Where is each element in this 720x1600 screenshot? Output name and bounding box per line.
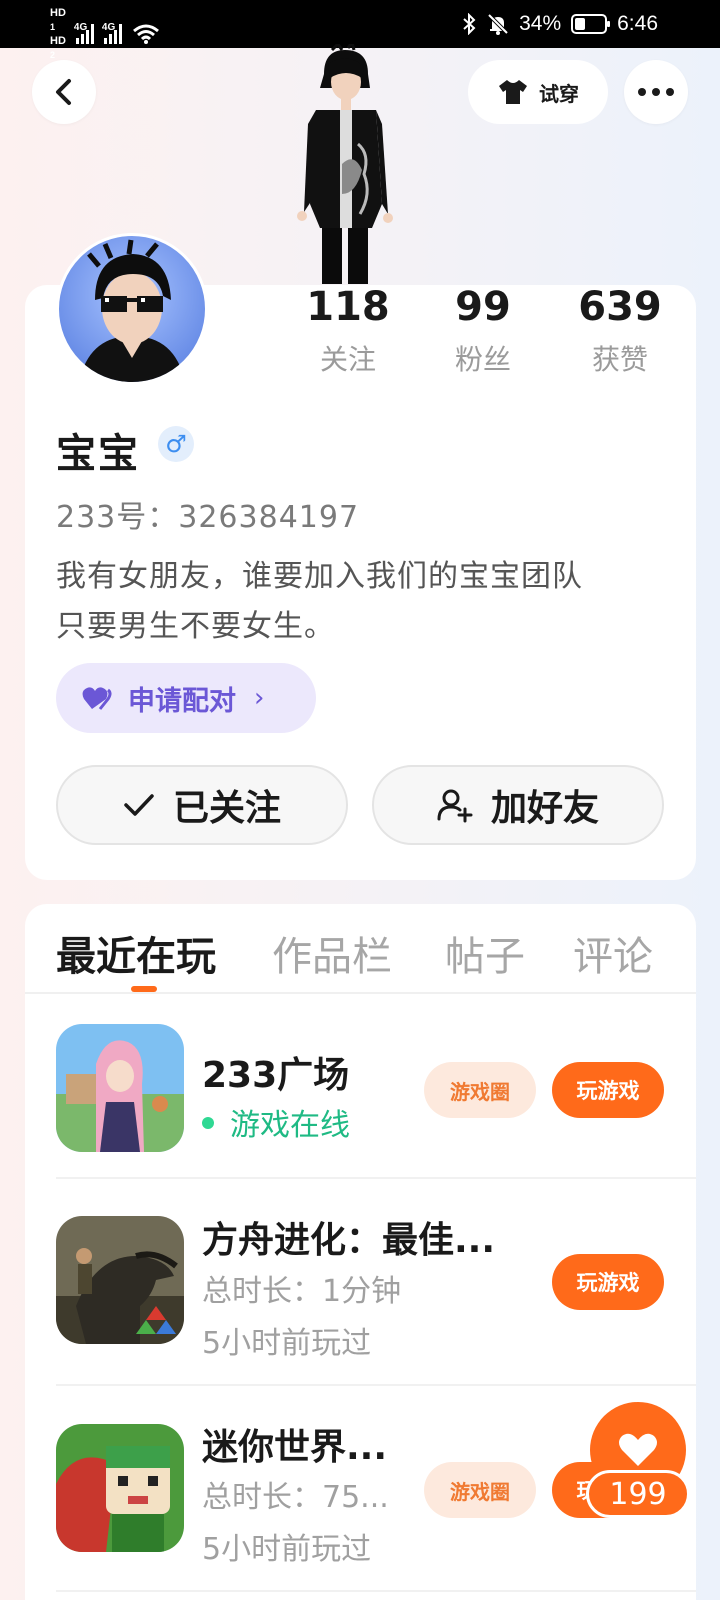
- signal-icon: 4G: [73, 22, 94, 44]
- more-button[interactable]: [624, 60, 688, 124]
- online-dot-icon: [202, 1116, 214, 1129]
- try-on-label: 试穿: [539, 81, 579, 106]
- game-duration: 总时长：1分钟: [202, 1274, 402, 1309]
- tab-works[interactable]: 作品栏: [272, 924, 392, 982]
- signal-icon: 4G: [101, 22, 122, 44]
- game-circle-button[interactable]: 游戏圈: [424, 1062, 536, 1118]
- bluetooth-icon: [463, 13, 476, 35]
- clock: 6:46: [617, 12, 658, 35]
- stat-value: 99: [455, 284, 511, 330]
- status-left: HD 1 HD 2 4G 4G: [50, 6, 160, 62]
- tab-divider: [25, 992, 696, 994]
- game-title[interactable]: 233广场: [202, 1046, 349, 1098]
- game-last-played: 5小时前玩过: [202, 1326, 372, 1361]
- stat-likes[interactable]: 639 获赞: [560, 284, 680, 378]
- play-game-button[interactable]: 玩游戏: [552, 1254, 664, 1310]
- user-id: 233号：326384197: [56, 500, 360, 535]
- stat-label: 获赞: [591, 343, 648, 376]
- sim-number: 2: [50, 50, 56, 60]
- status-bar: HD 1 HD 2 4G 4G 34% 6:46: [0, 0, 720, 60]
- apply-pair-button[interactable]: 申请配对 ›: [56, 663, 316, 733]
- like-count: 199: [586, 1470, 690, 1518]
- check-icon: [124, 794, 154, 816]
- stat-label: 粉丝: [454, 343, 511, 376]
- sim-indicator: HD 1 HD 2: [50, 6, 66, 62]
- game-icon-ark[interactable]: [56, 1216, 184, 1344]
- game-circle-button[interactable]: 游戏圈: [424, 1462, 536, 1518]
- row-divider: [56, 1384, 696, 1386]
- stat-value: 639: [578, 284, 662, 330]
- tab-comments[interactable]: 评论: [573, 924, 653, 982]
- online-label: 游戏在线: [230, 1108, 350, 1143]
- status-right: 34% 6:46: [461, 12, 658, 36]
- sim-number: 1: [50, 22, 56, 32]
- add-friend-label: 加好友: [490, 788, 599, 829]
- game-icon-233-square[interactable]: [56, 1024, 184, 1152]
- male-gender-icon: ♂: [158, 426, 194, 462]
- followed-button[interactable]: 已关注: [56, 765, 348, 845]
- hd-label: HD: [50, 35, 66, 47]
- mute-bell-icon: [487, 13, 509, 35]
- row-divider: [56, 1590, 696, 1592]
- game-last-played: 5小时前玩过: [202, 1532, 372, 1567]
- game-online-status: 游戏在线: [202, 1100, 350, 1144]
- game-icon-mini-world[interactable]: [56, 1424, 184, 1552]
- tab-posts[interactable]: 帖子: [445, 924, 525, 982]
- tshirt-icon: [499, 80, 527, 104]
- bio-line: 我有女朋友，谁要加入我们的宝宝团队: [56, 559, 583, 594]
- try-on-button[interactable]: 试穿: [468, 60, 608, 124]
- avatar[interactable]: [56, 233, 208, 385]
- back-button[interactable]: [32, 60, 96, 124]
- chevron-left-icon: [56, 79, 71, 105]
- stat-followers[interactable]: 99 粉丝: [423, 284, 543, 378]
- user-bio: 我有女朋友，谁要加入我们的宝宝团队 只要男生不要女生。: [56, 552, 676, 652]
- stat-label: 关注: [319, 343, 376, 376]
- tab-recently-played[interactable]: 最近在玩: [56, 924, 216, 982]
- stat-value: 118: [306, 284, 390, 330]
- play-game-button[interactable]: 玩游戏: [552, 1062, 664, 1118]
- bio-line: 只要男生不要女生。: [56, 609, 335, 644]
- battery-percent: 34%: [519, 12, 562, 35]
- pair-label: 申请配对: [128, 685, 236, 717]
- game-title[interactable]: 方舟进化：最佳...: [202, 1211, 495, 1263]
- hd-label: HD: [50, 7, 66, 19]
- heart-pair-icon: [82, 687, 112, 710]
- wifi-icon: [132, 24, 159, 44]
- add-friend-button[interactable]: 加好友: [372, 765, 664, 845]
- stat-following[interactable]: 118 关注: [288, 284, 408, 378]
- network-type: 4G: [73, 22, 88, 33]
- user-name: 宝宝: [56, 431, 140, 477]
- add-user-icon: [437, 789, 473, 823]
- chevron-right-icon: ›: [254, 683, 265, 713]
- battery-icon: [571, 14, 611, 34]
- avatar-3d-figure[interactable]: [290, 44, 400, 284]
- more-dots-icon: [638, 88, 674, 96]
- avatar-image: [79, 239, 185, 382]
- network-type: 4G: [101, 22, 116, 33]
- row-divider: [56, 1177, 696, 1179]
- followed-label: 已关注: [172, 788, 281, 829]
- game-title[interactable]: 迷你世界...: [202, 1418, 387, 1470]
- game-duration: 总时长：75...: [202, 1480, 389, 1515]
- heart-icon: [619, 1433, 657, 1466]
